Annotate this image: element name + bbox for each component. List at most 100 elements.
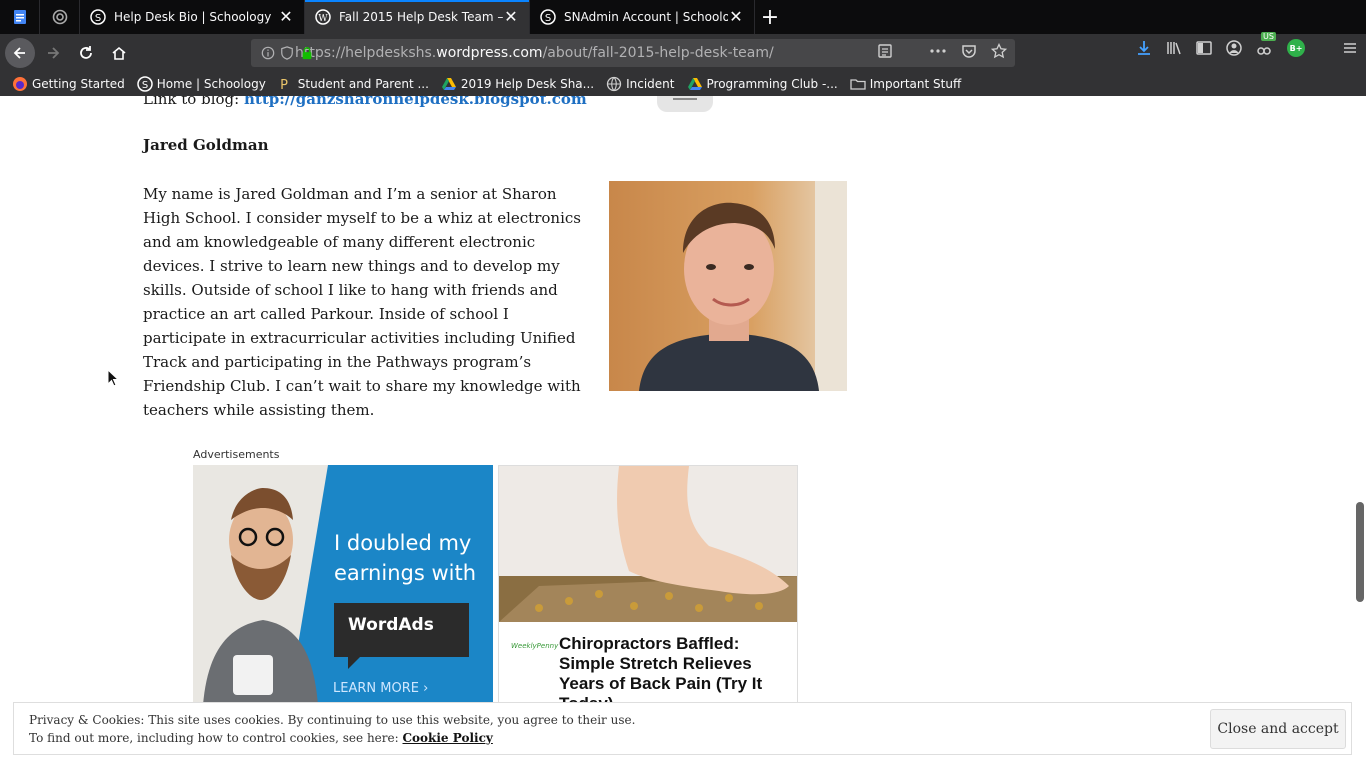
home-icon	[112, 46, 126, 60]
bookmark-incident[interactable]: Incident	[606, 76, 675, 92]
lock-icon	[302, 47, 312, 60]
svg-text:S: S	[142, 80, 148, 91]
cookie-text: Privacy & Cookies: This site uses cookie…	[29, 711, 635, 747]
bookmark-important-stuff[interactable]: Important Stuff	[850, 76, 962, 92]
shield-icon	[281, 46, 293, 60]
wordpress-icon: W	[315, 9, 331, 25]
url-prefix: https://helpdeskshs.	[295, 45, 437, 61]
page-content: Link to blog: http://ganzsharonhelpdesk.…	[0, 96, 1366, 768]
svg-text:S: S	[95, 13, 101, 24]
cookie-policy-link[interactable]: Cookie Policy	[403, 731, 493, 745]
cookie-line-2: To find out more, including how to contr…	[29, 729, 635, 747]
download-icon[interactable]	[1135, 39, 1153, 57]
page-scrollbar-thumb[interactable]	[1356, 502, 1364, 602]
close-icon[interactable]: ✕	[728, 9, 744, 25]
bookmark-2019-help-desk[interactable]: 2019 Help Desk Sha...	[441, 76, 594, 92]
p-icon: P	[280, 78, 288, 92]
tab-title: Fall 2015 Help Desk Team – SH	[339, 10, 503, 24]
bookmark-label: Incident	[626, 77, 675, 91]
bookmark-label: 2019 Help Desk Sha...	[460, 77, 595, 91]
tab-title: Help Desk Bio | Schoology	[114, 10, 272, 24]
drive-icon	[441, 78, 456, 90]
bookmark-student-parent[interactable]: P Student and Parent ...	[278, 76, 429, 92]
reload-icon	[80, 46, 92, 59]
member-bio: My name is Jared Goldman and I’m a senio…	[143, 185, 581, 419]
schoology-icon: S	[540, 9, 556, 25]
cookie-line-1: Privacy & Cookies: This site uses cookie…	[29, 713, 636, 727]
bplus-badge: B+	[1289, 43, 1303, 53]
member-name-heading: Jared Goldman	[143, 136, 269, 154]
close-and-accept-button[interactable]: Close and accept	[1210, 709, 1346, 749]
sidebar-icon[interactable]	[1195, 39, 1213, 57]
new-tab-button[interactable]: +	[755, 0, 785, 34]
mask-extension-icon	[1257, 47, 1271, 55]
close-icon[interactable]: ✕	[503, 9, 519, 25]
svg-text:W: W	[318, 14, 328, 24]
cookie-line-2-text: To find out more, including how to contr…	[29, 731, 399, 745]
cookie-banner: Privacy & Cookies: This site uses cookie…	[13, 702, 1352, 755]
pocket-icon[interactable]	[961, 43, 977, 59]
svg-text:S: S	[545, 13, 551, 24]
info-icon	[261, 46, 275, 60]
bookmark-getting-started[interactable]: Getting Started	[12, 76, 125, 92]
portrait-image	[609, 181, 847, 391]
forward-button[interactable]	[38, 38, 68, 68]
mouse-cursor-icon	[107, 369, 119, 387]
bookmark-label: Student and Parent ...	[297, 77, 429, 91]
bookmark-label: Programming Club -...	[706, 77, 838, 91]
url-domain: wordpress.com	[436, 45, 543, 61]
advertisements-label: Advertisements	[193, 448, 280, 461]
spiral-icon	[52, 9, 67, 25]
bookmark-home-schoology[interactable]: S Home | Schoology	[137, 76, 266, 92]
url-path: /about/fall-2015-help-desk-team/	[542, 45, 774, 61]
pinned-tab-docs[interactable]	[0, 0, 40, 34]
bookmark-star-icon[interactable]	[991, 43, 1007, 59]
arrow-left-icon	[13, 47, 25, 59]
bookmark-label: Important Stuff	[869, 77, 962, 91]
tab-title: SNAdmin Account | Schoology	[564, 10, 728, 24]
library-icon[interactable]	[1165, 39, 1183, 57]
tab-bar: S Help Desk Bio | Schoology ✕ W Fall 201…	[0, 0, 1366, 34]
navigation-toolbar: https://helpdeskshs.wordpress.com/about/…	[0, 32, 1366, 72]
toolbar-right: US B+	[1135, 32, 1359, 58]
more-actions-icon[interactable]	[929, 43, 947, 59]
home-button[interactable]	[104, 38, 134, 68]
schoology-icon: S	[90, 9, 106, 25]
wordads-learn-more-link[interactable]: LEARN MORE ›	[333, 681, 428, 696]
weeklypenny-logo: WeeklyPenny	[511, 642, 559, 650]
pinned-tab-app[interactable]	[40, 0, 80, 34]
svg-text:P: P	[280, 78, 288, 92]
wordads-ad-text: I doubled my earnings with	[334, 531, 477, 585]
docs-icon	[13, 10, 26, 24]
blog-link[interactable]: http://ganzsharonhelpdesk.blogspot.com	[244, 96, 587, 108]
tab-help-desk-bio[interactable]: S Help Desk Bio | Schoology ✕	[80, 0, 305, 34]
tab-fall-2015-help-desk[interactable]: W Fall 2015 Help Desk Team – SH ✕	[305, 0, 530, 34]
member-photo	[609, 181, 847, 391]
menu-icon[interactable]	[1341, 39, 1359, 57]
reload-button[interactable]	[71, 38, 101, 68]
bookmarks-toolbar: Getting Started S Home | Schoology P Stu…	[0, 72, 1366, 96]
tab-snadmin-account[interactable]: S SNAdmin Account | Schoology ✕	[530, 0, 755, 34]
bookmark-programming-club[interactable]: Programming Club -...	[687, 76, 838, 92]
extension-us[interactable]: US	[1255, 32, 1276, 58]
arrow-right-icon	[48, 47, 60, 59]
close-icon[interactable]: ✕	[278, 9, 294, 25]
extension-bplus[interactable]: B+	[1287, 39, 1305, 57]
plus-icon: +	[760, 4, 780, 30]
header-toggle-handle[interactable]	[657, 96, 713, 112]
us-badge: US	[1261, 32, 1276, 41]
firefox-icon	[13, 77, 27, 91]
bookmark-label: Getting Started	[32, 77, 125, 91]
folder-icon	[850, 79, 866, 90]
bookmark-label: Home | Schoology	[156, 77, 266, 91]
blog-link-line: Link to blog: http://ganzsharonhelpdesk.…	[143, 96, 587, 108]
globe-icon	[606, 76, 622, 92]
schoology-icon: S	[137, 76, 153, 92]
reader-view-icon[interactable]	[877, 43, 893, 59]
wordads-brand: WordAds	[334, 603, 469, 669]
url-text: https://helpdeskshs.wordpress.com/about/…	[295, 45, 774, 61]
url-bar[interactable]: https://helpdeskshs.wordpress.com/about/…	[251, 39, 1015, 67]
account-icon[interactable]	[1225, 39, 1243, 57]
blog-label: Link to blog:	[143, 96, 240, 108]
back-button[interactable]	[5, 38, 35, 68]
